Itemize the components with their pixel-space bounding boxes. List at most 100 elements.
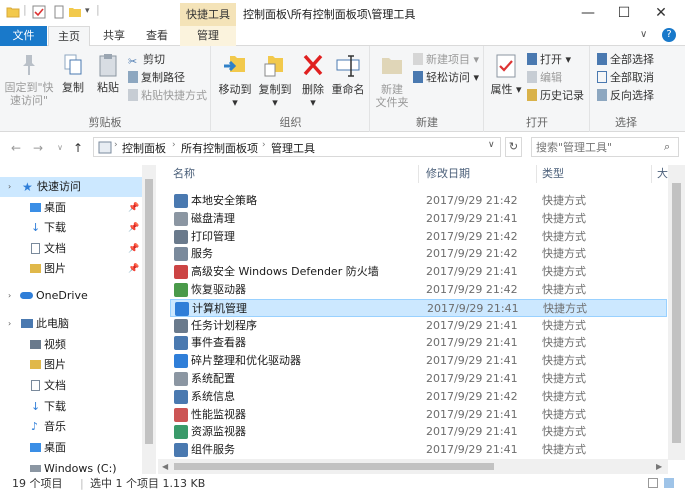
table-row[interactable]: 恢复驱动器 2017/9/29 21:42 快捷方式 xyxy=(170,281,667,299)
history-button[interactable]: 历史记录 xyxy=(527,88,584,104)
table-row[interactable]: 碎片整理和优化驱动器 2017/9/29 21:41 快捷方式 xyxy=(170,352,667,370)
pin-icon[interactable]: 📌 xyxy=(128,239,139,259)
column-divider[interactable] xyxy=(536,165,537,183)
table-row[interactable]: 打印管理 2017/9/29 21:42 快捷方式 xyxy=(170,228,667,246)
file-date: 2017/9/29 21:42 xyxy=(426,283,518,296)
table-row[interactable]: 事件查看器 2017/9/29 21:41 快捷方式 xyxy=(170,334,667,352)
cut-button[interactable]: ✂ 剪切 xyxy=(128,52,165,68)
vertical-scroll-thumb[interactable] xyxy=(672,183,681,443)
minimize-button[interactable]: — xyxy=(569,0,607,26)
nav-scroll-thumb[interactable] xyxy=(145,179,153,444)
back-arrow-icon[interactable]: ← xyxy=(8,140,24,156)
column-header-date[interactable]: 修改日期 xyxy=(426,165,470,183)
breadcrumb-all-items[interactable]: 所有控制面板项 xyxy=(181,140,258,156)
nav-pc-desktop[interactable]: 桌面 xyxy=(0,438,142,458)
tab-view[interactable]: 查看 xyxy=(138,26,176,46)
scroll-left-icon[interactable]: ◀ xyxy=(162,459,168,474)
breadcrumb-admin-tools[interactable]: 管理工具 xyxy=(271,140,315,156)
table-row[interactable]: 磁盘清理 2017/9/29 21:41 快捷方式 xyxy=(170,210,667,228)
edit-button[interactable]: 编辑 xyxy=(527,70,562,86)
maximize-button[interactable]: ☐ xyxy=(605,0,643,26)
table-row[interactable]: 性能监视器 2017/9/29 21:41 快捷方式 xyxy=(170,406,667,424)
table-row[interactable]: 本地安全策略 2017/9/29 21:42 快捷方式 xyxy=(170,192,667,210)
column-divider[interactable] xyxy=(651,165,652,183)
table-row[interactable]: 系统信息 2017/9/29 21:42 快捷方式 xyxy=(170,388,667,406)
table-row[interactable]: 任务计划程序 2017/9/29 21:41 快捷方式 xyxy=(170,317,667,335)
close-button[interactable]: ✕ xyxy=(642,0,680,26)
properties-button[interactable]: 属性 ▾ xyxy=(489,52,523,96)
table-row[interactable]: 高级安全 Windows Defender 防火墙 2017/9/29 21:41… xyxy=(170,263,667,281)
nav-pc-downloads[interactable]: ↓ 下载 xyxy=(0,397,142,417)
forward-arrow-icon[interactable]: → xyxy=(30,140,46,156)
refresh-button[interactable]: ↻ xyxy=(505,137,522,157)
column-header-name[interactable]: 名称 xyxy=(173,165,195,183)
nav-pc-videos[interactable]: 视频 xyxy=(0,335,142,355)
table-row[interactable]: 组件服务 2017/9/29 21:41 快捷方式 xyxy=(170,441,667,459)
nav-pictures[interactable]: 图片 📌 xyxy=(0,259,142,279)
paste-button[interactable]: 粘贴 xyxy=(92,52,124,94)
help-icon[interactable]: ? xyxy=(662,28,676,42)
expand-chevron-icon[interactable]: › xyxy=(8,314,11,334)
easy-access-button[interactable]: 轻松访问 ▾ xyxy=(413,70,479,86)
tab-share[interactable]: 共享 xyxy=(95,26,133,46)
scroll-right-icon[interactable]: ▶ xyxy=(656,459,662,474)
breadcrumb-control-panel[interactable]: 控制面板 xyxy=(122,140,166,156)
horizontal-scrollbar[interactable]: ◀ ▶ xyxy=(158,459,668,474)
invert-selection-button[interactable]: 反向选择 xyxy=(597,88,654,104)
copy-to-button[interactable]: 复制到 ▾ xyxy=(256,52,294,109)
table-row[interactable]: 资源监视器 2017/9/29 21:41 快捷方式 xyxy=(170,423,667,441)
rename-button[interactable]: 重命名 xyxy=(330,52,366,96)
tab-file[interactable]: 文件 xyxy=(0,26,47,46)
up-arrow-icon[interactable]: ↑ xyxy=(70,140,86,156)
search-input[interactable] xyxy=(531,137,679,157)
column-divider[interactable] xyxy=(418,165,419,183)
move-to-button[interactable]: 移动到 ▾ xyxy=(216,52,254,109)
tab-home[interactable]: 主页 xyxy=(48,26,90,47)
column-header-type[interactable]: 类型 xyxy=(542,165,564,183)
nav-scrollbar[interactable] xyxy=(142,165,156,474)
table-row[interactable]: 计算机管理 2017/9/29 21:41 快捷方式 xyxy=(170,298,667,317)
nav-documents[interactable]: 文档 📌 xyxy=(0,239,142,259)
checkmark-icon[interactable] xyxy=(32,5,46,19)
nav-pc-drive-c[interactable]: Windows (C:) xyxy=(0,459,142,474)
open-button[interactable]: 打开 ▾ xyxy=(527,52,571,68)
folder-icon[interactable] xyxy=(6,5,20,19)
tab-manage[interactable]: 管理 xyxy=(180,26,236,46)
address-dropdown-icon[interactable]: ∨ xyxy=(488,140,495,150)
large-icons-view-icon[interactable] xyxy=(664,478,674,488)
table-row[interactable]: 系统配置 2017/9/29 21:41 快捷方式 xyxy=(170,370,667,388)
column-header-size[interactable]: 大 xyxy=(657,165,668,183)
paste-shortcut-button[interactable]: 粘贴快捷方式 xyxy=(128,88,207,104)
new-item-button[interactable]: 新建项目 ▾ xyxy=(413,52,479,68)
nav-quick-access[interactable]: › ★ 快速访问 xyxy=(0,177,142,197)
nav-pc-pictures[interactable]: 图片 xyxy=(0,355,142,375)
file-list-scrollbar[interactable] xyxy=(668,165,685,460)
nav-this-pc[interactable]: › 此电脑 xyxy=(0,314,142,334)
recent-chevron-icon[interactable]: ∨ xyxy=(52,140,68,156)
pin-icon[interactable]: 📌 xyxy=(128,259,139,279)
nav-pc-documents[interactable]: 文档 xyxy=(0,376,142,396)
expand-chevron-icon[interactable]: › xyxy=(8,177,11,197)
nav-downloads[interactable]: ↓ 下载 📌 xyxy=(0,218,142,238)
qa-dropdown-icon[interactable]: ▾ xyxy=(85,6,90,16)
address-bar[interactable]: › 控制面板 › 所有控制面板项 › 管理工具 ∨ xyxy=(93,137,501,157)
copy-button[interactable]: 复制 xyxy=(58,52,88,94)
horizontal-scroll-thumb[interactable] xyxy=(174,463,494,470)
select-none-button[interactable]: 全部取消 xyxy=(597,70,654,86)
delete-button[interactable]: 删除 ▾ xyxy=(298,52,328,109)
expand-chevron-icon[interactable]: › xyxy=(8,286,11,306)
ribbon-collapse-icon[interactable]: ∨ xyxy=(640,29,647,40)
nav-onedrive[interactable]: › OneDrive xyxy=(0,286,142,306)
nav-pc-music[interactable]: ♪ 音乐 xyxy=(0,417,142,437)
details-view-icon[interactable] xyxy=(648,478,658,488)
table-row[interactable]: 服务 2017/9/29 21:42 快捷方式 xyxy=(170,245,667,263)
pin-icon[interactable]: 📌 xyxy=(128,218,139,238)
pin-icon[interactable]: 📌 xyxy=(128,198,139,218)
folder-small-icon[interactable] xyxy=(68,5,82,19)
nav-desktop[interactable]: 桌面 📌 xyxy=(0,198,142,218)
select-all-button[interactable]: 全部选择 xyxy=(597,52,654,68)
new-folder-button[interactable]: 新建 文件夹 xyxy=(373,52,411,109)
pin-quick-access-button[interactable]: 固定到"快速访问" xyxy=(4,52,54,107)
copy-path-button[interactable]: 复制路径 xyxy=(128,70,185,86)
page-icon[interactable] xyxy=(52,5,66,19)
